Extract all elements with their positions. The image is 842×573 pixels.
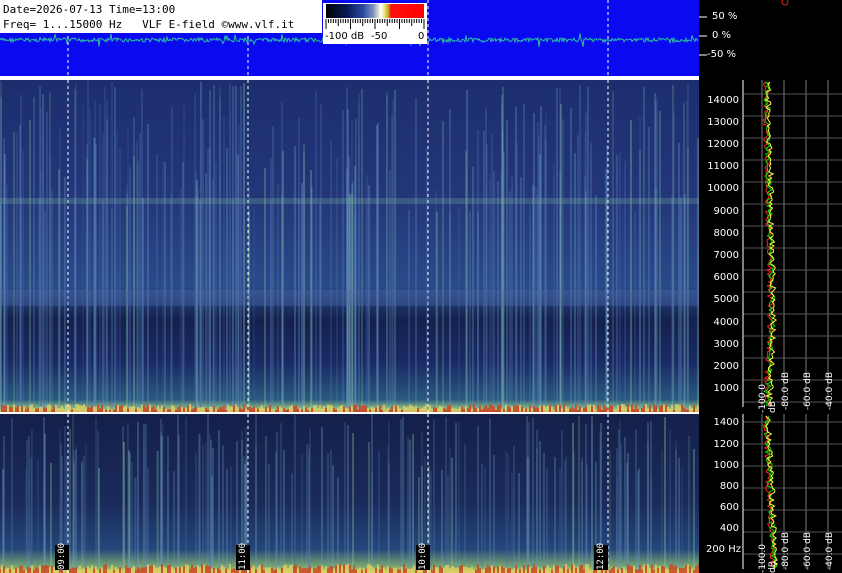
freq-tick-13000: 13000 bbox=[707, 117, 739, 128]
db-label-40-low: -40.0 dB bbox=[825, 532, 835, 571]
spectrogram-full-band bbox=[0, 80, 699, 413]
waveform-scale: 50 % 0 % -50 % bbox=[699, 0, 842, 76]
freq-tick-1200: 1200 bbox=[713, 439, 739, 450]
db-label-100-low: -100.0 dB bbox=[758, 543, 778, 573]
freq-tick-12000: 12000 bbox=[707, 139, 739, 150]
freq-tick-1400: 1400 bbox=[713, 417, 739, 428]
spectrogram-full-band-image bbox=[0, 80, 699, 413]
db-label-80-low: -80.0 dB bbox=[781, 532, 791, 571]
db-label-80: -80.0 dB bbox=[781, 372, 791, 411]
freq-tick-200hz: 200 Hz bbox=[705, 544, 741, 555]
db-label-100: -100.0 dB bbox=[758, 383, 778, 413]
colorbar-label-min: -100 dB bbox=[325, 31, 365, 42]
date-time-label: Date=2026-07-13 Time=13:00 bbox=[3, 3, 176, 16]
freq-tick-7000: 7000 bbox=[713, 250, 739, 261]
frequency-label: Freq= 1...15000 Hz VLF E-field ©www.vlf.… bbox=[3, 18, 295, 31]
hour-label-0900: 09:00 bbox=[55, 542, 69, 570]
spectrum-axis-low-band: 1400 1200 1000 800 600 400 200 Hz -100.0… bbox=[699, 414, 842, 573]
scale-label-minus50: -50 % bbox=[707, 49, 737, 60]
freq-tick-14000: 14000 bbox=[707, 95, 739, 106]
colorbar-legend: -100 dB -50 0 bbox=[323, 3, 427, 44]
freq-tick-11000: 11000 bbox=[707, 161, 739, 172]
freq-tick-4000: 4000 bbox=[713, 317, 739, 328]
colorbar-label-mid: -50 bbox=[371, 31, 388, 42]
info-header: Date=2026-07-13 Time=13:00 Freq= 1...150… bbox=[0, 0, 322, 33]
hour-label-1200: 12:00 bbox=[594, 542, 608, 570]
scale-label-plus50: 50 % bbox=[712, 11, 738, 22]
db-label-60: -60.0 dB bbox=[803, 372, 813, 411]
freq-tick-3000: 3000 bbox=[713, 339, 739, 350]
spectrum-axis-full-band: 14000 13000 12000 11000 10000 9000 8000 … bbox=[699, 80, 842, 413]
scale-label-zero: 0 % bbox=[712, 30, 732, 41]
freq-tick-6000: 6000 bbox=[713, 272, 739, 283]
waveform-panel: Date=2026-07-13 Time=13:00 Freq= 1...150… bbox=[0, 0, 699, 76]
freq-tick-2000: 2000 bbox=[713, 361, 739, 372]
db-label-40: -40.0 dB bbox=[825, 372, 835, 411]
hour-label-1000: 10:00 bbox=[416, 542, 430, 570]
freq-tick-8000: 8000 bbox=[713, 228, 739, 239]
db-label-60-low: -60.0 dB bbox=[803, 532, 813, 571]
freq-tick-1000: 1000 bbox=[713, 383, 739, 394]
colorbar-label-max: 0 bbox=[418, 31, 425, 42]
freq-tick-400: 400 bbox=[719, 523, 739, 534]
freq-tick-5000: 5000 bbox=[713, 294, 739, 305]
hour-label-1100: 11:00 bbox=[236, 542, 250, 570]
freq-tick-1000-low: 1000 bbox=[713, 460, 739, 471]
freq-tick-9000: 9000 bbox=[713, 206, 739, 217]
freq-tick-800: 800 bbox=[719, 481, 739, 492]
freq-tick-10000: 10000 bbox=[707, 183, 739, 194]
freq-tick-600: 600 bbox=[719, 502, 739, 513]
